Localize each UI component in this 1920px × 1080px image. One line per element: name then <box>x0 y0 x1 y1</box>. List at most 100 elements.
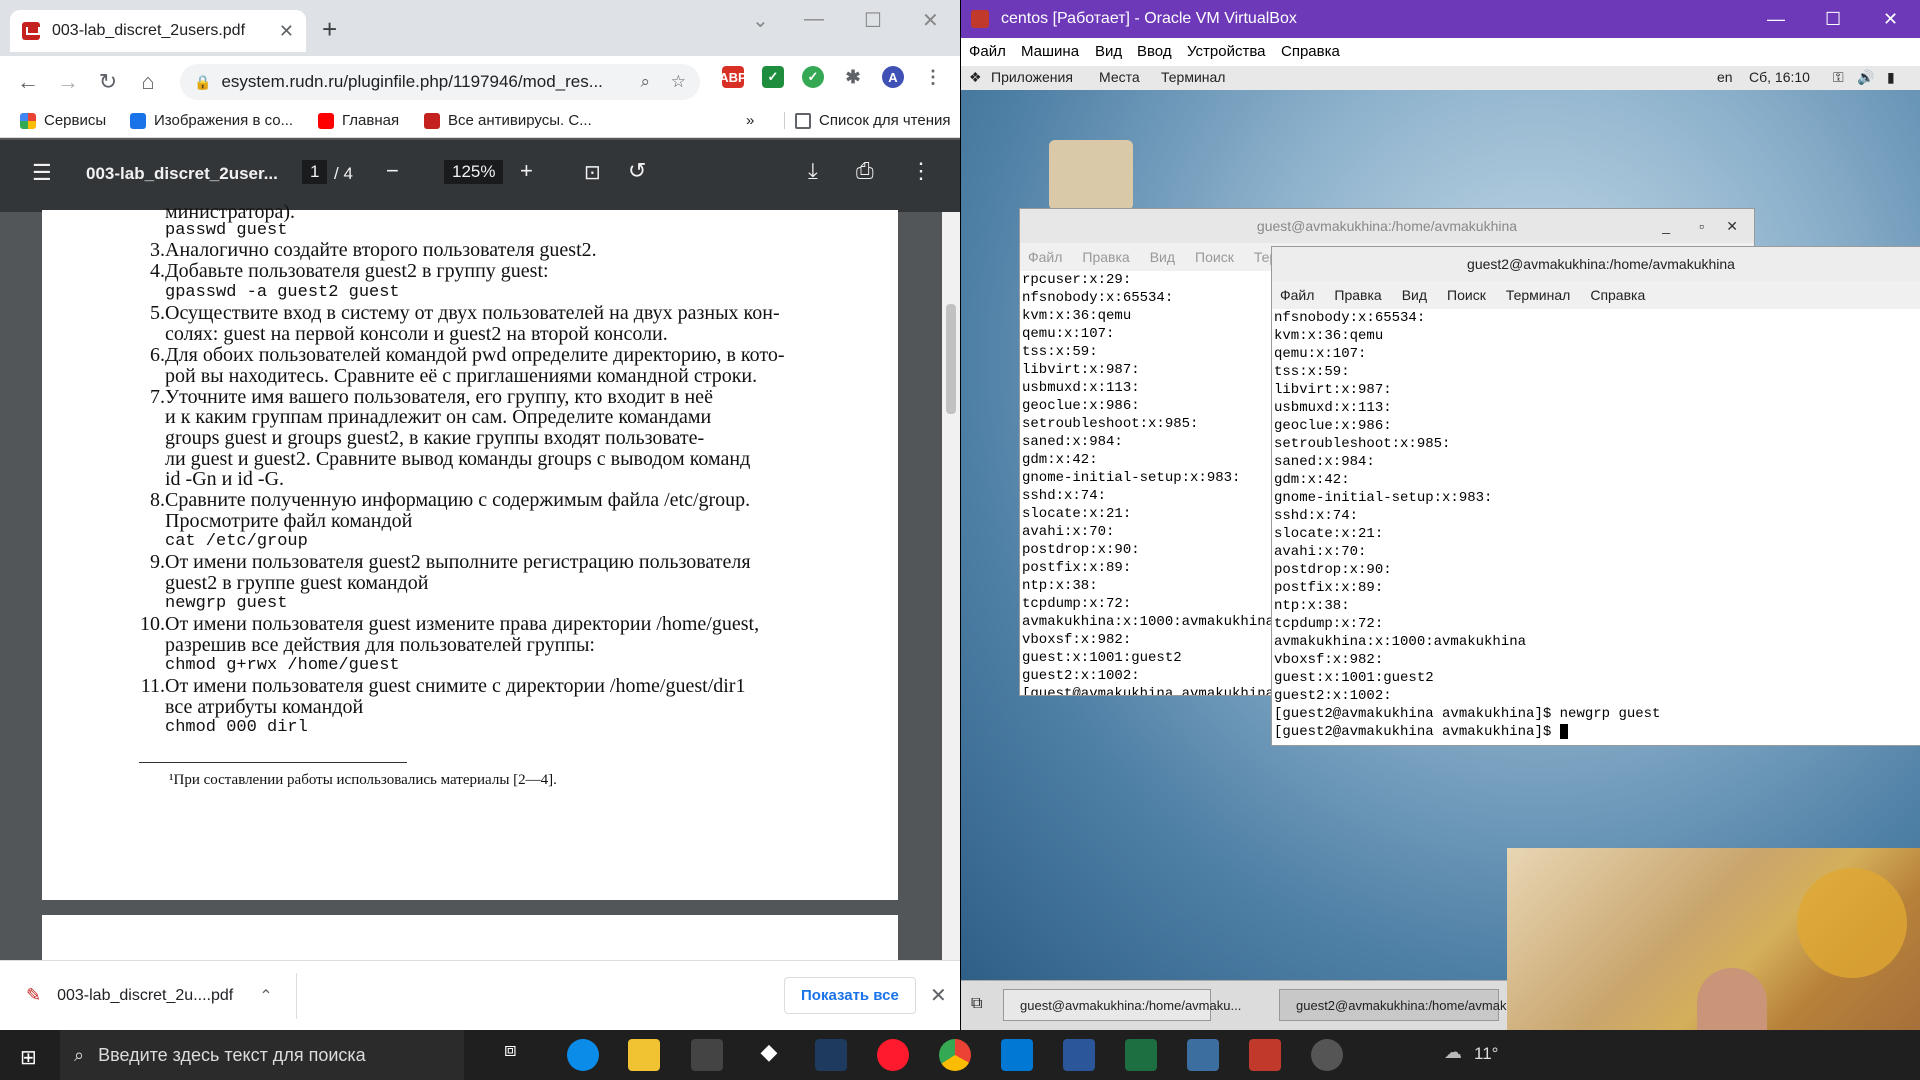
reading-list-icon <box>795 112 811 129</box>
applications-menu[interactable]: Приложения <box>991 69 1073 85</box>
page-number-input[interactable]: 1 <box>302 160 328 184</box>
close-window-button[interactable]: ✕ <box>1883 9 1898 30</box>
menu-edit[interactable]: Правка <box>1334 287 1381 303</box>
network-icon[interactable]: ⚿ <box>1833 69 1844 86</box>
powershell-icon[interactable] <box>815 1039 847 1071</box>
menu-input[interactable]: Ввод <box>1137 43 1172 60</box>
show-desktop-icon[interactable]: ⧉ <box>971 995 982 1013</box>
dropbox-icon[interactable]: ◆ <box>753 1039 785 1071</box>
menu-help[interactable]: Справка <box>1590 287 1645 303</box>
forward-icon[interactable]: → <box>48 69 88 95</box>
shield-extension-icon[interactable]: ✓ <box>802 66 824 88</box>
show-all-button[interactable]: Показать все <box>784 977 916 1014</box>
terminal-guest2[interactable]: guest2@avmakukhina:/home/avmakukhina Фай… <box>1271 246 1920 746</box>
keyboard-layout[interactable]: en <box>1717 69 1733 85</box>
mail-icon[interactable] <box>1001 1039 1033 1071</box>
windows-start-icon[interactable]: ⊞ <box>20 1045 37 1070</box>
zoom-input[interactable]: 125% <box>444 160 504 184</box>
zoom-icon[interactable]: ⌕ <box>640 72 650 92</box>
obs-icon[interactable] <box>1311 1039 1343 1071</box>
reading-list[interactable]: Список для чтения <box>784 112 951 129</box>
item-number: 6. <box>150 344 165 366</box>
virtualbox-icon[interactable] <box>1187 1039 1219 1071</box>
bookmark-images[interactable]: Изображения в со... <box>130 112 293 129</box>
clock[interactable]: Сб, 16:10 <box>1749 69 1810 85</box>
address-bar[interactable]: 🔒 esystem.rudn.ru/pluginfile.php/1197946… <box>180 64 700 100</box>
maximize-button[interactable]: ☐ <box>864 8 882 33</box>
menu-terminal[interactable]: Терминал <box>1506 287 1570 303</box>
close-icon[interactable]: ✕ <box>1726 218 1738 235</box>
edge-icon[interactable] <box>567 1039 599 1071</box>
pdf-viewport[interactable]: министратора). passwd guest 3. Аналогичн… <box>0 202 960 975</box>
menu-search[interactable]: Поиск <box>1447 287 1486 303</box>
reload-icon[interactable]: ↻ <box>88 69 128 95</box>
zoom-out-icon[interactable]: − <box>386 158 399 184</box>
menu-file[interactable]: Файл <box>1028 249 1062 265</box>
close-tab-icon[interactable]: ✕ <box>279 21 294 42</box>
texmaker-icon[interactable] <box>1063 1039 1095 1071</box>
excel-icon[interactable] <box>1125 1039 1157 1071</box>
profile-avatar[interactable]: A <box>882 66 904 88</box>
task-view-icon[interactable]: ⧈ <box>504 1039 536 1071</box>
back-icon[interactable]: ← <box>8 69 48 95</box>
menu-view[interactable]: Вид <box>1095 43 1122 60</box>
doc-code: newgrp guest <box>165 594 288 613</box>
tab-pdf[interactable]: 003-lab_discret_2users.pdf ✕ <box>10 10 306 52</box>
vm-running-icon[interactable] <box>1249 1039 1281 1071</box>
adblock-icon[interactable]: ABP <box>719 66 747 88</box>
chevron-up-icon[interactable]: ⌃ <box>259 986 272 1006</box>
maximize-icon[interactable]: ▫ <box>1699 218 1704 234</box>
pdf-scrollbar[interactable] <box>942 212 960 960</box>
menu-file[interactable]: Файл <box>969 43 1006 60</box>
store-icon[interactable] <box>691 1039 723 1071</box>
battery-icon[interactable]: ▮ <box>1887 69 1895 86</box>
menu-view[interactable]: Вид <box>1402 287 1427 303</box>
bookmark-star-icon[interactable]: ☆ <box>671 72 686 92</box>
bookmark-youtube[interactable]: Главная <box>318 112 399 129</box>
taskbar-terminal-guest[interactable]: guest@avmakukhina:/home/avmaku... <box>1003 989 1241 1021</box>
minimize-icon[interactable]: _ <box>1662 218 1670 234</box>
minimize-button[interactable]: — <box>1767 9 1785 30</box>
download-item[interactable]: ✎ 003-lab_discret_2u....pdf ⌃ <box>26 985 273 1006</box>
weather-icon[interactable]: ☁ <box>1444 1042 1462 1063</box>
opera-icon[interactable] <box>877 1039 909 1071</box>
download-icon[interactable]: ⤓ <box>808 158 818 184</box>
home-folder-icon[interactable] <box>1049 140 1133 210</box>
volume-icon[interactable]: 🔊 <box>1857 69 1874 86</box>
more-options-icon[interactable]: ⋮ <box>910 158 932 184</box>
close-downloads-icon[interactable]: ✕ <box>930 983 947 1008</box>
home-icon[interactable]: ⌂ <box>128 69 168 95</box>
extensions-puzzle-icon[interactable]: ✱ <box>842 66 864 88</box>
terminal-output[interactable]: nfsnobody:x:65534: kvm:x:36:qemu qemu:x:10… <box>1272 309 1920 741</box>
menu-edit[interactable]: Правка <box>1082 249 1129 265</box>
terminal-menu[interactable]: Терминал <box>1161 69 1225 85</box>
menu-kebab-icon[interactable]: ⋮ <box>922 66 944 88</box>
fit-page-icon[interactable]: ⊡ <box>584 160 601 185</box>
file-explorer-icon[interactable] <box>628 1039 660 1071</box>
close-window-button[interactable]: ✕ <box>922 8 939 33</box>
new-tab-button[interactable]: + <box>322 14 337 45</box>
more-bookmarks[interactable]: » <box>746 112 754 129</box>
checkmark-extension-icon[interactable]: ✓ <box>762 66 784 88</box>
bookmark-services[interactable]: Сервисы <box>20 112 106 129</box>
zoom-in-icon[interactable]: + <box>520 158 533 184</box>
menu-view[interactable]: Вид <box>1150 249 1175 265</box>
places-menu[interactable]: Места <box>1099 69 1140 85</box>
bookmark-antivirus[interactable]: Все антивирусы. С... <box>424 112 592 129</box>
menu-file[interactable]: Файл <box>1280 287 1314 303</box>
scroll-thumb[interactable] <box>946 304 956 414</box>
chrome-icon[interactable] <box>939 1039 971 1071</box>
maximize-button[interactable]: ☐ <box>1825 9 1841 30</box>
minimize-button[interactable]: — <box>804 8 824 31</box>
print-icon[interactable]: ⎙ <box>856 158 874 184</box>
menu-devices[interactable]: Устройства <box>1187 43 1265 60</box>
rotate-icon[interactable]: ↺ <box>628 158 646 184</box>
menu-machine[interactable]: Машина <box>1021 43 1079 60</box>
tab-search-icon[interactable]: ⌄ <box>752 8 769 33</box>
hamburger-menu-icon[interactable]: ☰ <box>32 160 52 186</box>
taskbar-terminal-guest2[interactable]: guest2@avmakukhina:/home/avmak <box>1279 989 1506 1021</box>
downloads-bar: ✎ 003-lab_discret_2u....pdf ⌃ Показать в… <box>0 960 960 1030</box>
menu-search[interactable]: Поиск <box>1195 249 1234 265</box>
menu-help[interactable]: Справка <box>1281 43 1340 60</box>
taskbar-search[interactable]: ⌕ Введите здесь текст для поиска <box>60 1030 464 1080</box>
